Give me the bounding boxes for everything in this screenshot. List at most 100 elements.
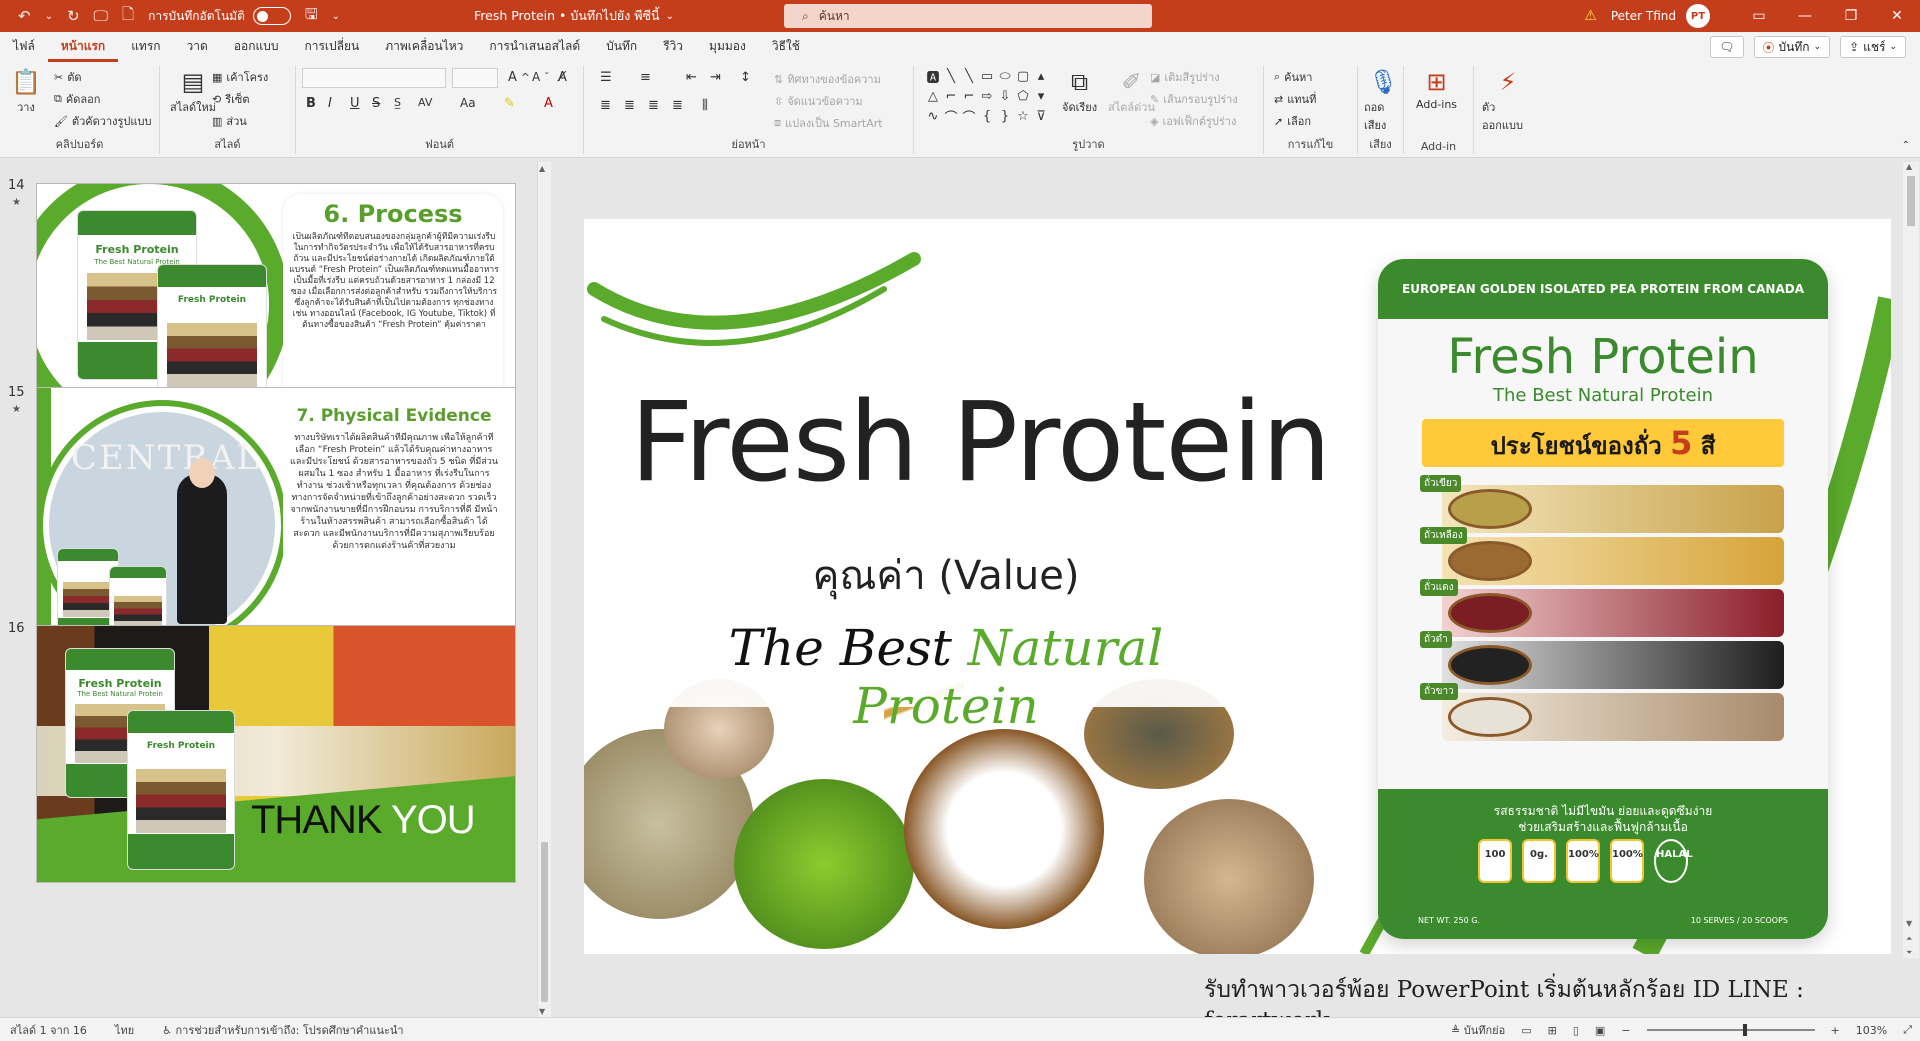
shape-icon[interactable]: ⬠ xyxy=(1014,86,1032,106)
tab-design[interactable]: ออกแบบ xyxy=(221,37,292,62)
scroll-down-icon[interactable]: ▼ xyxy=(1906,919,1912,928)
addins-button[interactable]: ⊞ Add-ins xyxy=(1416,66,1457,111)
undo-icon[interactable]: ↶ xyxy=(18,7,31,25)
language-indicator[interactable]: ไทย xyxy=(115,1021,134,1039)
numbering-icon[interactable]: ≡ xyxy=(640,70,651,85)
layout-button[interactable]: ▦ เค้าโครง xyxy=(212,68,268,86)
autosave[interactable]: การบันทึกอัตโนมัติ xyxy=(148,7,291,26)
ribbon-display-icon[interactable]: ▭ xyxy=(1736,0,1782,32)
tab-help[interactable]: วิธีใช้ xyxy=(759,37,813,62)
restore-icon[interactable]: ❐ xyxy=(1828,0,1874,32)
scroll-up-icon[interactable]: ▲ xyxy=(1906,162,1912,171)
connector-shape-icon[interactable]: ⌐ xyxy=(960,86,978,106)
slide-title[interactable]: Fresh Protein xyxy=(630,387,1331,497)
slide-canvas[interactable]: Fresh Protein คุณค่า (Value) The Best Na… xyxy=(584,219,1891,954)
connector-shape-icon[interactable]: ⌐ xyxy=(942,86,960,106)
shape-fill-button[interactable]: ◪ เติมสีรูปร่าง xyxy=(1150,68,1220,86)
designer-button[interactable]: ⚡ ตัวออกแบบ xyxy=(1482,66,1534,134)
scroll-down-icon[interactable]: ▼ xyxy=(539,1007,545,1016)
brace-shape-icon[interactable]: } xyxy=(996,106,1014,126)
underline-button[interactable]: U xyxy=(350,96,360,111)
grow-font-icon[interactable]: A ^ xyxy=(508,70,530,85)
line-shape-icon[interactable]: ╲ xyxy=(942,66,960,86)
bold-button[interactable]: B xyxy=(306,96,316,111)
textbox-shape-icon[interactable]: 🅰 xyxy=(924,66,942,86)
oval-shape-icon[interactable]: ⬭ xyxy=(996,66,1014,86)
triangle-shape-icon[interactable]: △ xyxy=(924,86,942,106)
tab-view[interactable]: มุมมอง xyxy=(696,37,759,62)
value-card[interactable]: คุณค่า (Value) The Best Natural Protein xyxy=(646,519,1246,735)
section-button[interactable]: ▥ ส่วน xyxy=(212,112,247,130)
tab-insert[interactable]: แทรก xyxy=(118,37,173,62)
comments-button[interactable]: 🗨 xyxy=(1710,36,1744,58)
curve-shape-icon[interactable]: ⌒ xyxy=(942,106,960,126)
tab-review[interactable]: รีวิว xyxy=(650,37,696,62)
more-shapes-icon[interactable]: ⊽ xyxy=(1032,106,1050,126)
share-button[interactable]: ⇪ แชร์ ⌄ xyxy=(1840,36,1906,58)
tab-animations[interactable]: ภาพเคลื่อนไหว xyxy=(372,37,476,62)
change-case-button[interactable]: Aa xyxy=(460,96,476,110)
align-left-icon[interactable]: ≣ xyxy=(600,98,611,113)
increase-indent-icon[interactable]: ⇥ xyxy=(710,70,721,85)
new-slide-button[interactable]: ▤ สไลด์ใหม่ xyxy=(170,66,216,116)
font-color-icon[interactable]: A xyxy=(544,96,553,111)
tab-draw[interactable]: วาด xyxy=(174,37,221,62)
minimize-icon[interactable]: — xyxy=(1782,0,1828,32)
present-icon[interactable]: 🖵 xyxy=(94,7,108,25)
autosave-toggle[interactable] xyxy=(252,7,291,25)
previous-slide-icon[interactable]: ⏶ xyxy=(1906,934,1912,944)
italic-button[interactable]: I xyxy=(328,96,332,111)
arc-shape-icon[interactable]: ⌒ xyxy=(960,106,978,126)
columns-icon[interactable]: ⫼ xyxy=(702,98,708,113)
shape-outline-button[interactable]: ✎ เส้นกรอบรูปร่าง xyxy=(1150,90,1238,108)
smartart-button[interactable]: ⧈ แปลงเป็น SmartArt xyxy=(774,114,883,132)
rounded-rect-shape-icon[interactable]: ▢ xyxy=(1014,66,1032,86)
scroll-thumb[interactable] xyxy=(1907,176,1915,226)
slide-thumbnail-15[interactable]: CENTRAL 7. Physical Evidence ทางบริษัทเร… xyxy=(36,387,516,657)
fit-slide-icon[interactable]: ⤢ xyxy=(1903,1023,1912,1037)
tab-file[interactable]: ไฟล์ xyxy=(0,37,48,62)
find-button[interactable]: ⌕ ค้นหา xyxy=(1274,68,1312,86)
reset-button[interactable]: ⟲ รีเซ็ต xyxy=(212,90,250,108)
text-direction-button[interactable]: ⇅ ทิศทางของข้อความ xyxy=(774,70,881,88)
customize-icon[interactable]: ⌄ xyxy=(332,11,340,22)
star-shape-icon[interactable]: ☆ xyxy=(1014,106,1032,126)
line-shape-icon[interactable]: ╲ xyxy=(960,66,978,86)
curve-shape-icon[interactable]: ∿ xyxy=(924,106,942,126)
slide-counter[interactable]: สไลด์ 1 จาก 16 xyxy=(10,1021,87,1039)
accessibility-status[interactable]: ♿ การช่วยสำหรับการเข้าถึง: โปรดศึกษาคำแน… xyxy=(162,1021,403,1039)
new-file-icon[interactable]: 🗋 xyxy=(122,4,134,29)
zoom-slider-knob[interactable] xyxy=(1742,1024,1747,1036)
arrange-button[interactable]: ⧉ จัดเรียง xyxy=(1062,66,1097,116)
tab-transitions[interactable]: การเปลี่ยน xyxy=(291,37,372,62)
next-slide-icon[interactable]: ⏷ xyxy=(1906,948,1912,958)
notes-button[interactable]: ≜ บันทึกย่อ xyxy=(1451,1021,1505,1039)
font-size-input[interactable] xyxy=(452,68,498,88)
quick-styles-button[interactable]: ✐ สไตล์ด่วน xyxy=(1108,66,1155,116)
user-name[interactable]: Peter Tfind xyxy=(1611,9,1676,23)
char-spacing-button[interactable]: AV xyxy=(418,96,432,109)
scroll-thumb[interactable] xyxy=(541,842,548,1002)
slide-scrollbar[interactable]: ▲ ▼ ⏶ ⏷ xyxy=(1903,162,1919,958)
tab-record[interactable]: บันทึก xyxy=(593,37,650,62)
zoom-slider[interactable] xyxy=(1646,1024,1815,1036)
rectangle-shape-icon[interactable]: ▭ xyxy=(978,66,996,86)
line-spacing-icon[interactable]: ↕ xyxy=(740,70,751,85)
font-name-input[interactable] xyxy=(302,68,446,88)
scroll-icon[interactable]: ▴ xyxy=(1032,66,1050,86)
redo-icon[interactable]: ↻ xyxy=(67,7,80,25)
thumbnail-scrollbar[interactable]: ▲ ▼ xyxy=(537,162,551,1018)
search-box[interactable]: ⌕ ค้นหา xyxy=(784,4,1152,28)
slide-sorter-icon[interactable]: ⊞ xyxy=(1548,1024,1557,1037)
dropdown-icon[interactable]: ⌄ xyxy=(45,11,53,22)
highlight-icon[interactable]: ✎ xyxy=(504,96,515,111)
shadow-icon[interactable]: S̲ xyxy=(394,96,401,109)
paste-button[interactable]: 📋 วาง xyxy=(10,66,42,116)
save-icon[interactable]: 🖫 xyxy=(305,4,318,29)
arrow-shape-icon[interactable]: ⇩ xyxy=(996,86,1014,106)
scroll-icon[interactable]: ▾ xyxy=(1032,86,1050,106)
scroll-up-icon[interactable]: ▲ xyxy=(539,164,545,173)
avatar[interactable]: PT xyxy=(1686,4,1710,28)
zoom-level[interactable]: 103% xyxy=(1856,1024,1887,1037)
warning-icon[interactable]: ⚠ xyxy=(1584,8,1597,24)
